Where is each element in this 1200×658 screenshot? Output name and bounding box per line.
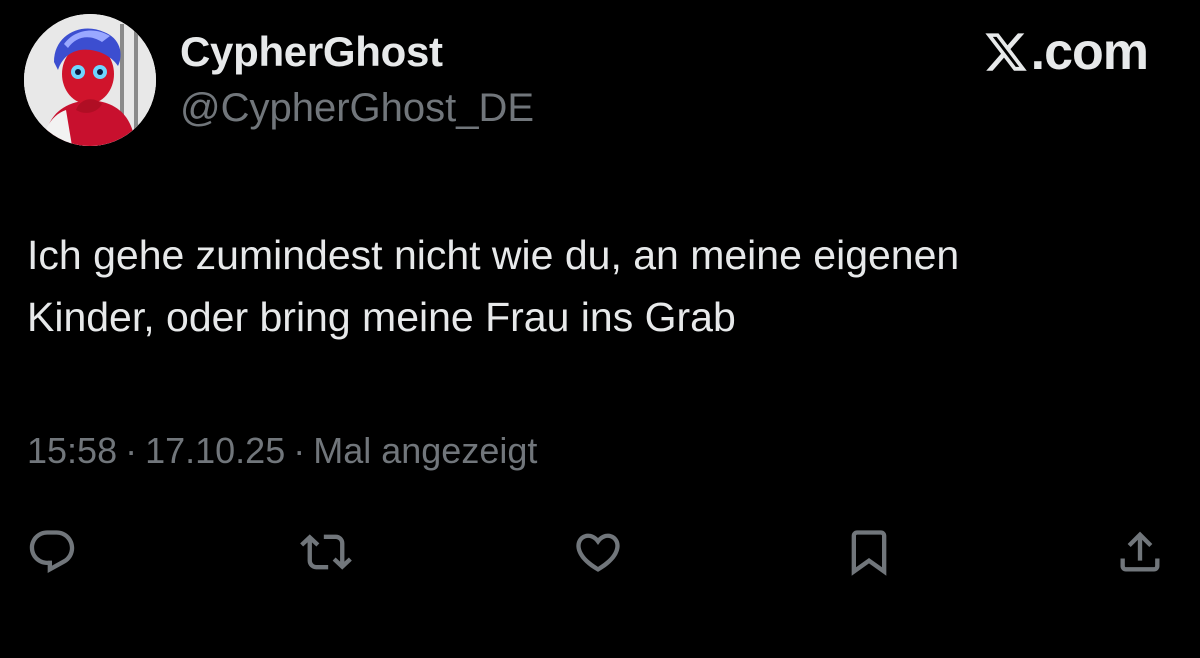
tweet-date[interactable]: 17.10.25 bbox=[145, 430, 285, 471]
brand-domain: .com bbox=[1030, 23, 1149, 81]
reply-icon bbox=[29, 530, 75, 574]
tweet-views: Mal angezeigt bbox=[313, 430, 538, 471]
like-button[interactable] bbox=[568, 522, 628, 582]
reply-button[interactable] bbox=[22, 522, 82, 582]
action-bar bbox=[0, 522, 1200, 582]
author-display-name[interactable]: CypherGhost bbox=[180, 28, 443, 76]
bookmark-icon bbox=[851, 530, 887, 576]
repost-icon bbox=[300, 534, 352, 570]
tweet-time[interactable]: 15:58 bbox=[27, 430, 117, 471]
meta-separator: · bbox=[293, 430, 306, 471]
brand-watermark: .com bbox=[983, 23, 1149, 81]
bookmark-button[interactable] bbox=[839, 522, 899, 582]
tweet-meta: 15:58 · 17.10.25 · Mal angezeigt bbox=[27, 430, 537, 472]
avatar[interactable] bbox=[24, 14, 156, 146]
author-handle[interactable]: @CypherGhost_DE bbox=[180, 86, 534, 131]
x-logo-icon bbox=[985, 33, 1027, 71]
repost-button[interactable] bbox=[296, 522, 356, 582]
tweet-text: Ich gehe zumindest nicht wie du, an mein… bbox=[27, 232, 960, 340]
meta-separator: · bbox=[125, 430, 138, 471]
share-icon bbox=[1120, 531, 1160, 572]
profile-avatar-image bbox=[24, 14, 156, 146]
like-icon bbox=[576, 533, 620, 572]
share-button[interactable] bbox=[1110, 522, 1170, 582]
